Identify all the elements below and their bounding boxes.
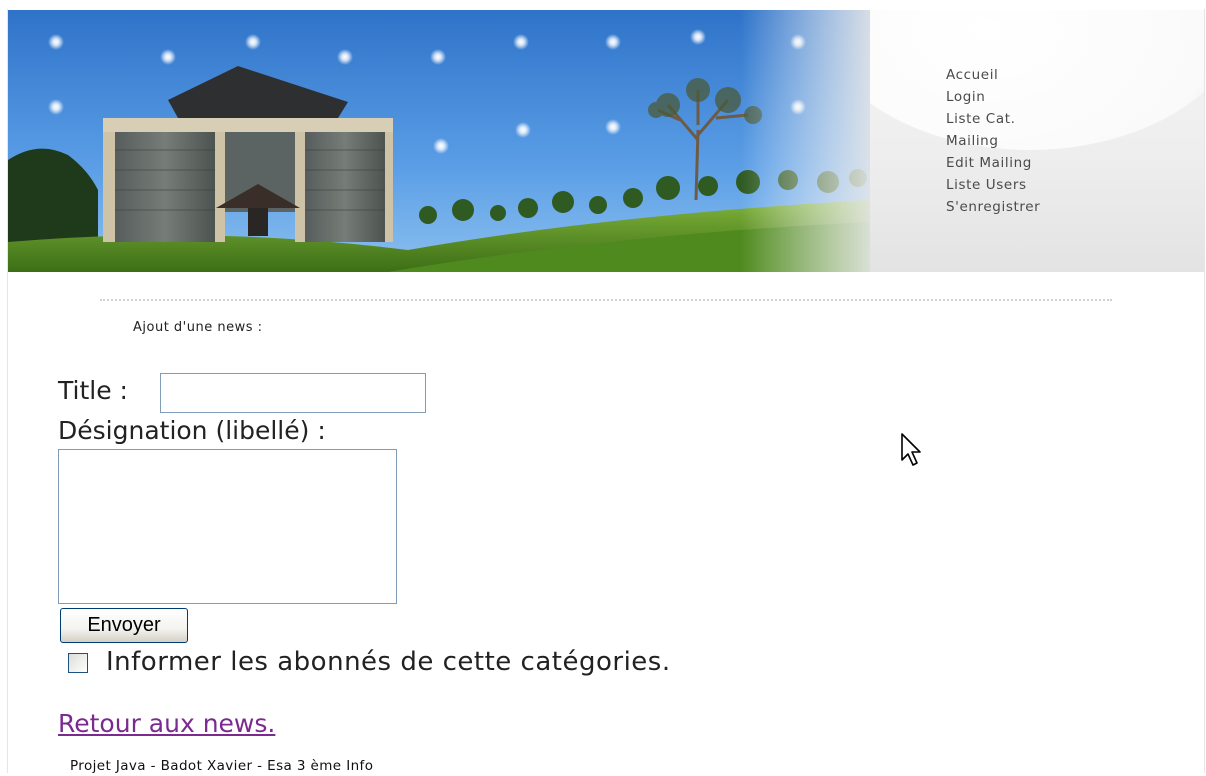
- nav-link-liste-users[interactable]: Liste Users: [946, 177, 1027, 193]
- nav-item-edit-mailing: Edit Mailing: [946, 147, 1040, 174]
- nav-panel: Accueil Login Liste Cat. Mailing Edit Ma…: [870, 10, 1204, 272]
- submit-button[interactable]: Envoyer: [60, 608, 188, 643]
- nav-item-liste-users: Liste Users: [946, 169, 1040, 196]
- nav-link-accueil[interactable]: Accueil: [946, 67, 998, 83]
- designation-label: Désignation (libellé) :: [58, 416, 326, 445]
- nav-link-liste-cat[interactable]: Liste Cat.: [946, 111, 1015, 127]
- dotted-divider: [100, 299, 1112, 301]
- notify-subscribers-label: Informer les abonnés de cette catégories…: [106, 647, 671, 677]
- form-heading: Ajout d'une news :: [133, 320, 263, 335]
- footer-text: Projet Java - Badot Xavier - Esa 3 ème I…: [70, 758, 374, 774]
- mouse-pointer-icon: [901, 433, 921, 466]
- nav-link-edit-mailing[interactable]: Edit Mailing: [946, 155, 1032, 171]
- notify-subscribers-checkbox[interactable]: [68, 653, 88, 673]
- nav-link-login[interactable]: Login: [946, 89, 985, 105]
- title-label: Title :: [58, 376, 128, 405]
- nav-link-senregistrer[interactable]: S'enregistrer: [946, 199, 1040, 215]
- nav-link-mailing[interactable]: Mailing: [946, 133, 999, 149]
- nav-item-senregistrer: S'enregistrer: [946, 191, 1040, 218]
- nav-menu: Accueil Login Liste Cat. Mailing Edit Ma…: [946, 64, 1040, 218]
- title-input[interactable]: [160, 373, 426, 413]
- designation-textarea[interactable]: [58, 449, 397, 604]
- header-banner-image: [8, 10, 870, 272]
- back-to-news-link[interactable]: Retour aux news.: [58, 708, 275, 740]
